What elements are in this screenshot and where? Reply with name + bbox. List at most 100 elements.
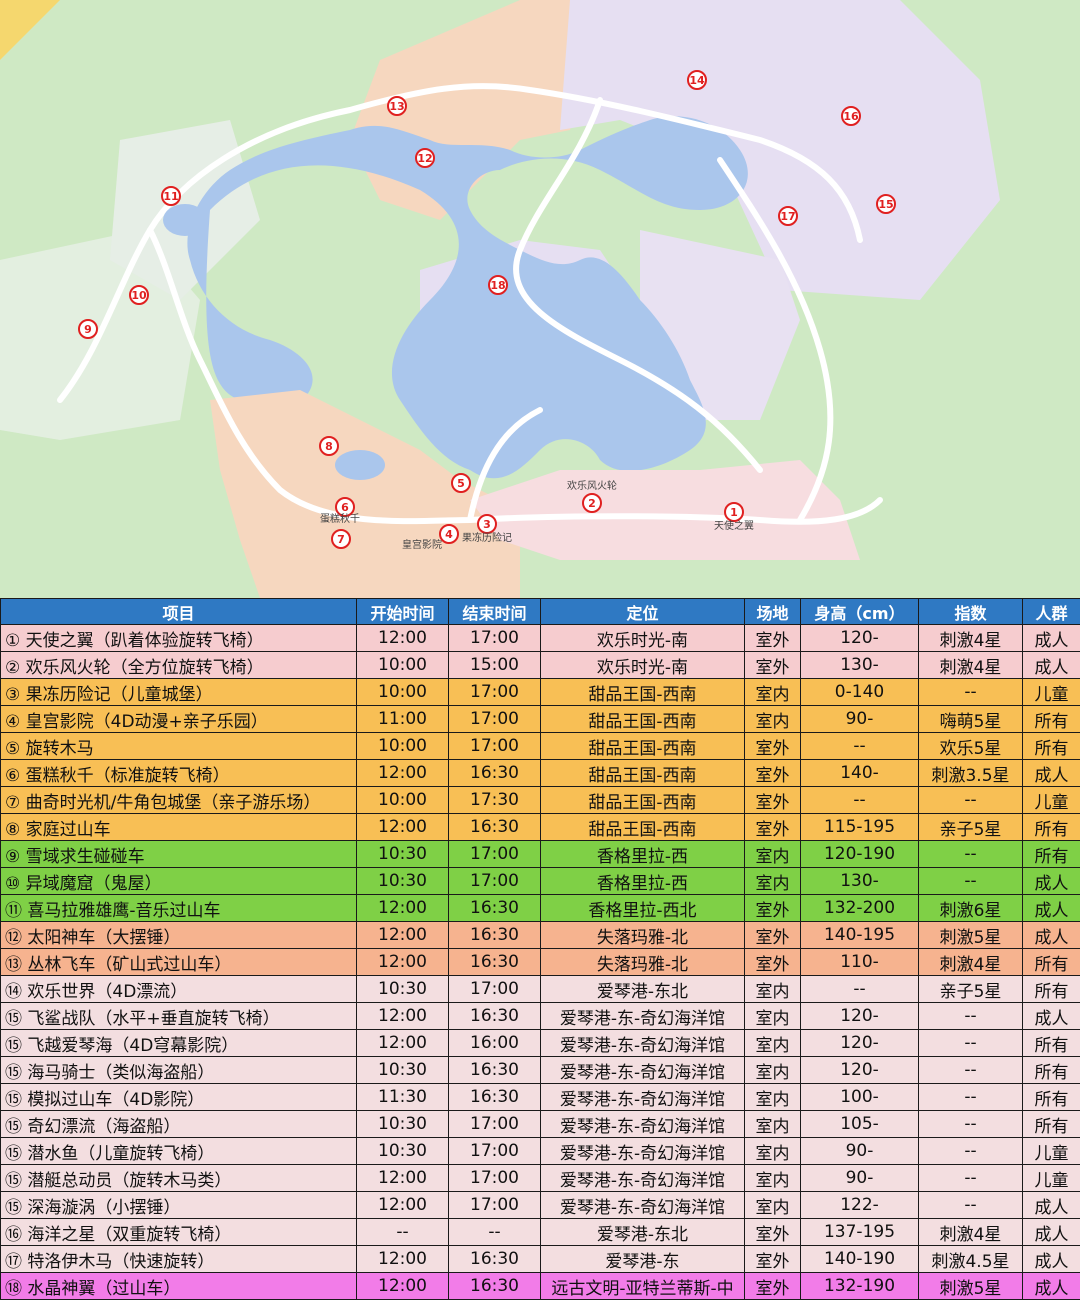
cell-name: ⑥ 蛋糕秋千（标准旋转飞椅） xyxy=(0,759,357,787)
cell-crowd: 所有 xyxy=(1022,1029,1080,1057)
attractions-table-wrapper: 项目 开始时间 结束时间 定位 场地 身高（cm） 指数 人群 ① 天使之翼（趴着体验旋转飞椅… xyxy=(0,598,1080,1308)
map-marker-15[interactable]: 15 xyxy=(876,194,896,214)
cell-name: ⑩ 异域魔窟（鬼屋） xyxy=(0,867,357,895)
cell-venue: 室外 xyxy=(744,1218,801,1246)
cell-crowd: 所有 xyxy=(1022,813,1080,841)
cell-crowd: 儿童 xyxy=(1022,678,1080,706)
cell-start: 12:00 xyxy=(356,759,449,787)
cell-crowd: 成人 xyxy=(1022,1191,1080,1219)
cell-start: 12:00 xyxy=(356,948,449,976)
cell-index: -- xyxy=(918,786,1023,814)
table-row: ⑮ 飞鲨战队（水平+垂直旋转飞椅） 12:00 16:30 爱琴港-东-奇幻海洋馆 室内… xyxy=(0,1002,1080,1030)
marker-number: 7 xyxy=(337,533,345,546)
map-marker-13[interactable]: 13 xyxy=(387,96,407,116)
map-marker-5[interactable]: 5 xyxy=(451,473,471,493)
cell-start: 12:00 xyxy=(356,813,449,841)
cell-venue: 室内 xyxy=(744,867,801,895)
cell-height: -- xyxy=(800,786,919,814)
map-marker-17[interactable]: 17 xyxy=(778,206,798,226)
map-marker-8[interactable]: 8 xyxy=(319,436,339,456)
column-header: 结束时间 xyxy=(448,598,541,625)
map-marker-6[interactable]: 6蛋糕秋千 xyxy=(320,497,360,525)
cell-end: -- xyxy=(448,1218,541,1246)
cell-venue: 室内 xyxy=(744,1029,801,1057)
cell-index: -- xyxy=(918,1056,1023,1084)
map-marker-7[interactable]: 7 xyxy=(331,529,351,549)
table-row: ⑤ 旋转木马 10:00 17:00 甜品王国-西南 室外 -- 欢乐5星 所有 xyxy=(0,732,1080,760)
cell-start: 12:00 xyxy=(356,1002,449,1030)
cell-index: -- xyxy=(918,1137,1023,1165)
marker-number: 15 xyxy=(878,198,893,211)
cell-loc: 爱琴港-东-奇幻海洋馆 xyxy=(540,1110,745,1138)
cell-loc: 爱琴港-东-奇幻海洋馆 xyxy=(540,1137,745,1165)
marker-label: 果冻历险记 xyxy=(462,531,512,544)
cell-index: 刺激5星 xyxy=(918,1272,1023,1300)
cell-venue: 室外 xyxy=(744,813,801,841)
cell-venue: 室外 xyxy=(744,948,801,976)
cell-crowd: 成人 xyxy=(1022,651,1080,679)
table-row: ① 天使之翼（趴着体验旋转飞椅） 12:00 17:00 欢乐时光-南 室外 120- 刺激… xyxy=(0,624,1080,652)
table-row: ⑬ 丛林飞车（矿山式过山车） 12:00 16:30 失落玛雅-北 室外 110- 刺激4星… xyxy=(0,948,1080,976)
cell-end: 17:00 xyxy=(448,867,541,895)
cell-venue: 室外 xyxy=(744,732,801,760)
marker-number: 16 xyxy=(843,110,859,123)
map-marker-12[interactable]: 12 xyxy=(415,148,435,168)
cell-name: ① 天使之翼（趴着体验旋转飞椅） xyxy=(0,624,357,652)
table-row: ④ 皇宫影院（4D动漫+亲子乐园） 11:00 17:00 甜品王国-西南 室内 90- 嗨… xyxy=(0,705,1080,733)
cell-height: 132-190 xyxy=(800,1272,919,1300)
map-marker-16[interactable]: 16 xyxy=(841,106,861,126)
cell-name: ⑮ 潜水鱼（儿童旋转飞椅） xyxy=(0,1137,357,1165)
marker-number: 1 xyxy=(730,506,738,519)
cell-end: 16:30 xyxy=(448,813,541,841)
cell-loc: 爱琴港-东-奇幻海洋馆 xyxy=(540,1029,745,1057)
cell-name: ⑰ 特洛伊木马（快速旋转） xyxy=(0,1245,357,1273)
park-map[interactable]: 1 天使之翼 2 欢乐风火轮 3 果冻历险记 4 5 6 蛋糕秋千 7 8 9 10 11 12 13 14 15 1… xyxy=(0,0,1080,598)
map-marker-9[interactable]: 9 xyxy=(78,319,98,339)
cell-name: ⑮ 飞鲨战队（水平+垂直旋转飞椅） xyxy=(0,1002,357,1030)
cell-loc: 香格里拉-西 xyxy=(540,840,745,868)
table-row: ⑮ 海马骑士（类似海盗船） 10:30 16:30 爱琴港-东-奇幻海洋馆 室内 120-… xyxy=(0,1056,1080,1084)
column-header: 场地 xyxy=(744,598,801,625)
map-marker-3[interactable]: 3果冻历险记 xyxy=(462,514,512,544)
map-marker-14[interactable]: 14 xyxy=(687,70,707,90)
cell-end: 17:00 xyxy=(448,1164,541,1192)
cell-end: 17:00 xyxy=(448,732,541,760)
marker-number: 14 xyxy=(689,74,705,87)
marker-number: 18 xyxy=(490,279,505,292)
cell-venue: 室内 xyxy=(744,1137,801,1165)
cell-name: ⑬ 丛林飞车（矿山式过山车） xyxy=(0,948,357,976)
cell-venue: 室内 xyxy=(744,1110,801,1138)
map-marker-4[interactable]: 4 xyxy=(439,524,459,544)
cell-start: 12:00 xyxy=(356,1191,449,1219)
cell-end: 17:00 xyxy=(448,1191,541,1219)
cell-height: 130- xyxy=(800,651,919,679)
cell-crowd: 儿童 xyxy=(1022,1164,1080,1192)
map-marker-2[interactable]: 2 欢乐风火轮 xyxy=(567,479,617,513)
cell-height: -- xyxy=(800,975,919,1003)
cell-height: 0-140 xyxy=(800,678,919,706)
attractions-table: 项目 开始时间 结束时间 定位 场地 身高（cm） 指数 人群 ① 天使之翼（趴着体验旋转飞椅… xyxy=(0,598,1080,1300)
marker-number: 6 xyxy=(341,501,349,514)
cell-loc: 欢乐时光-南 xyxy=(540,624,745,652)
cell-height: 90- xyxy=(800,1137,919,1165)
map-marker-1[interactable]: 1天使之翼 xyxy=(714,502,754,532)
map-marker-11[interactable]: 11 xyxy=(161,186,181,206)
cell-start: 10:30 xyxy=(356,867,449,895)
cell-venue: 室外 xyxy=(744,624,801,652)
cell-name: ⑭ 欢乐世界（4D漂流） xyxy=(0,975,357,1003)
table-row: ⑮ 潜艇总动员（旋转木马类） 12:00 17:00 爱琴港-东-奇幻海洋馆 室内 90-… xyxy=(0,1164,1080,1192)
cell-start: 12:00 xyxy=(356,624,449,652)
cell-start: 12:00 xyxy=(356,1245,449,1273)
marker-number: 5 xyxy=(457,477,465,490)
cell-crowd: 所有 xyxy=(1022,705,1080,733)
cell-start: 10:30 xyxy=(356,1110,449,1138)
cell-name: ⑪ 喜马拉雅雄鹰-音乐过山车 xyxy=(0,894,357,922)
cell-end: 17:00 xyxy=(448,1110,541,1138)
cell-name: ④ 皇宫影院（4D动漫+亲子乐园） xyxy=(0,705,357,733)
cell-end: 17:00 xyxy=(448,705,541,733)
map-marker-10[interactable]: 10 xyxy=(129,285,149,305)
cell-loc: 爱琴港-东北 xyxy=(540,975,745,1003)
marker-number: 17 xyxy=(780,210,795,223)
table-row: ⑥ 蛋糕秋千（标准旋转飞椅） 12:00 16:30 甜品王国-西南 室外 140- 刺激3… xyxy=(0,759,1080,787)
map-marker-18[interactable]: 18 xyxy=(488,275,508,295)
